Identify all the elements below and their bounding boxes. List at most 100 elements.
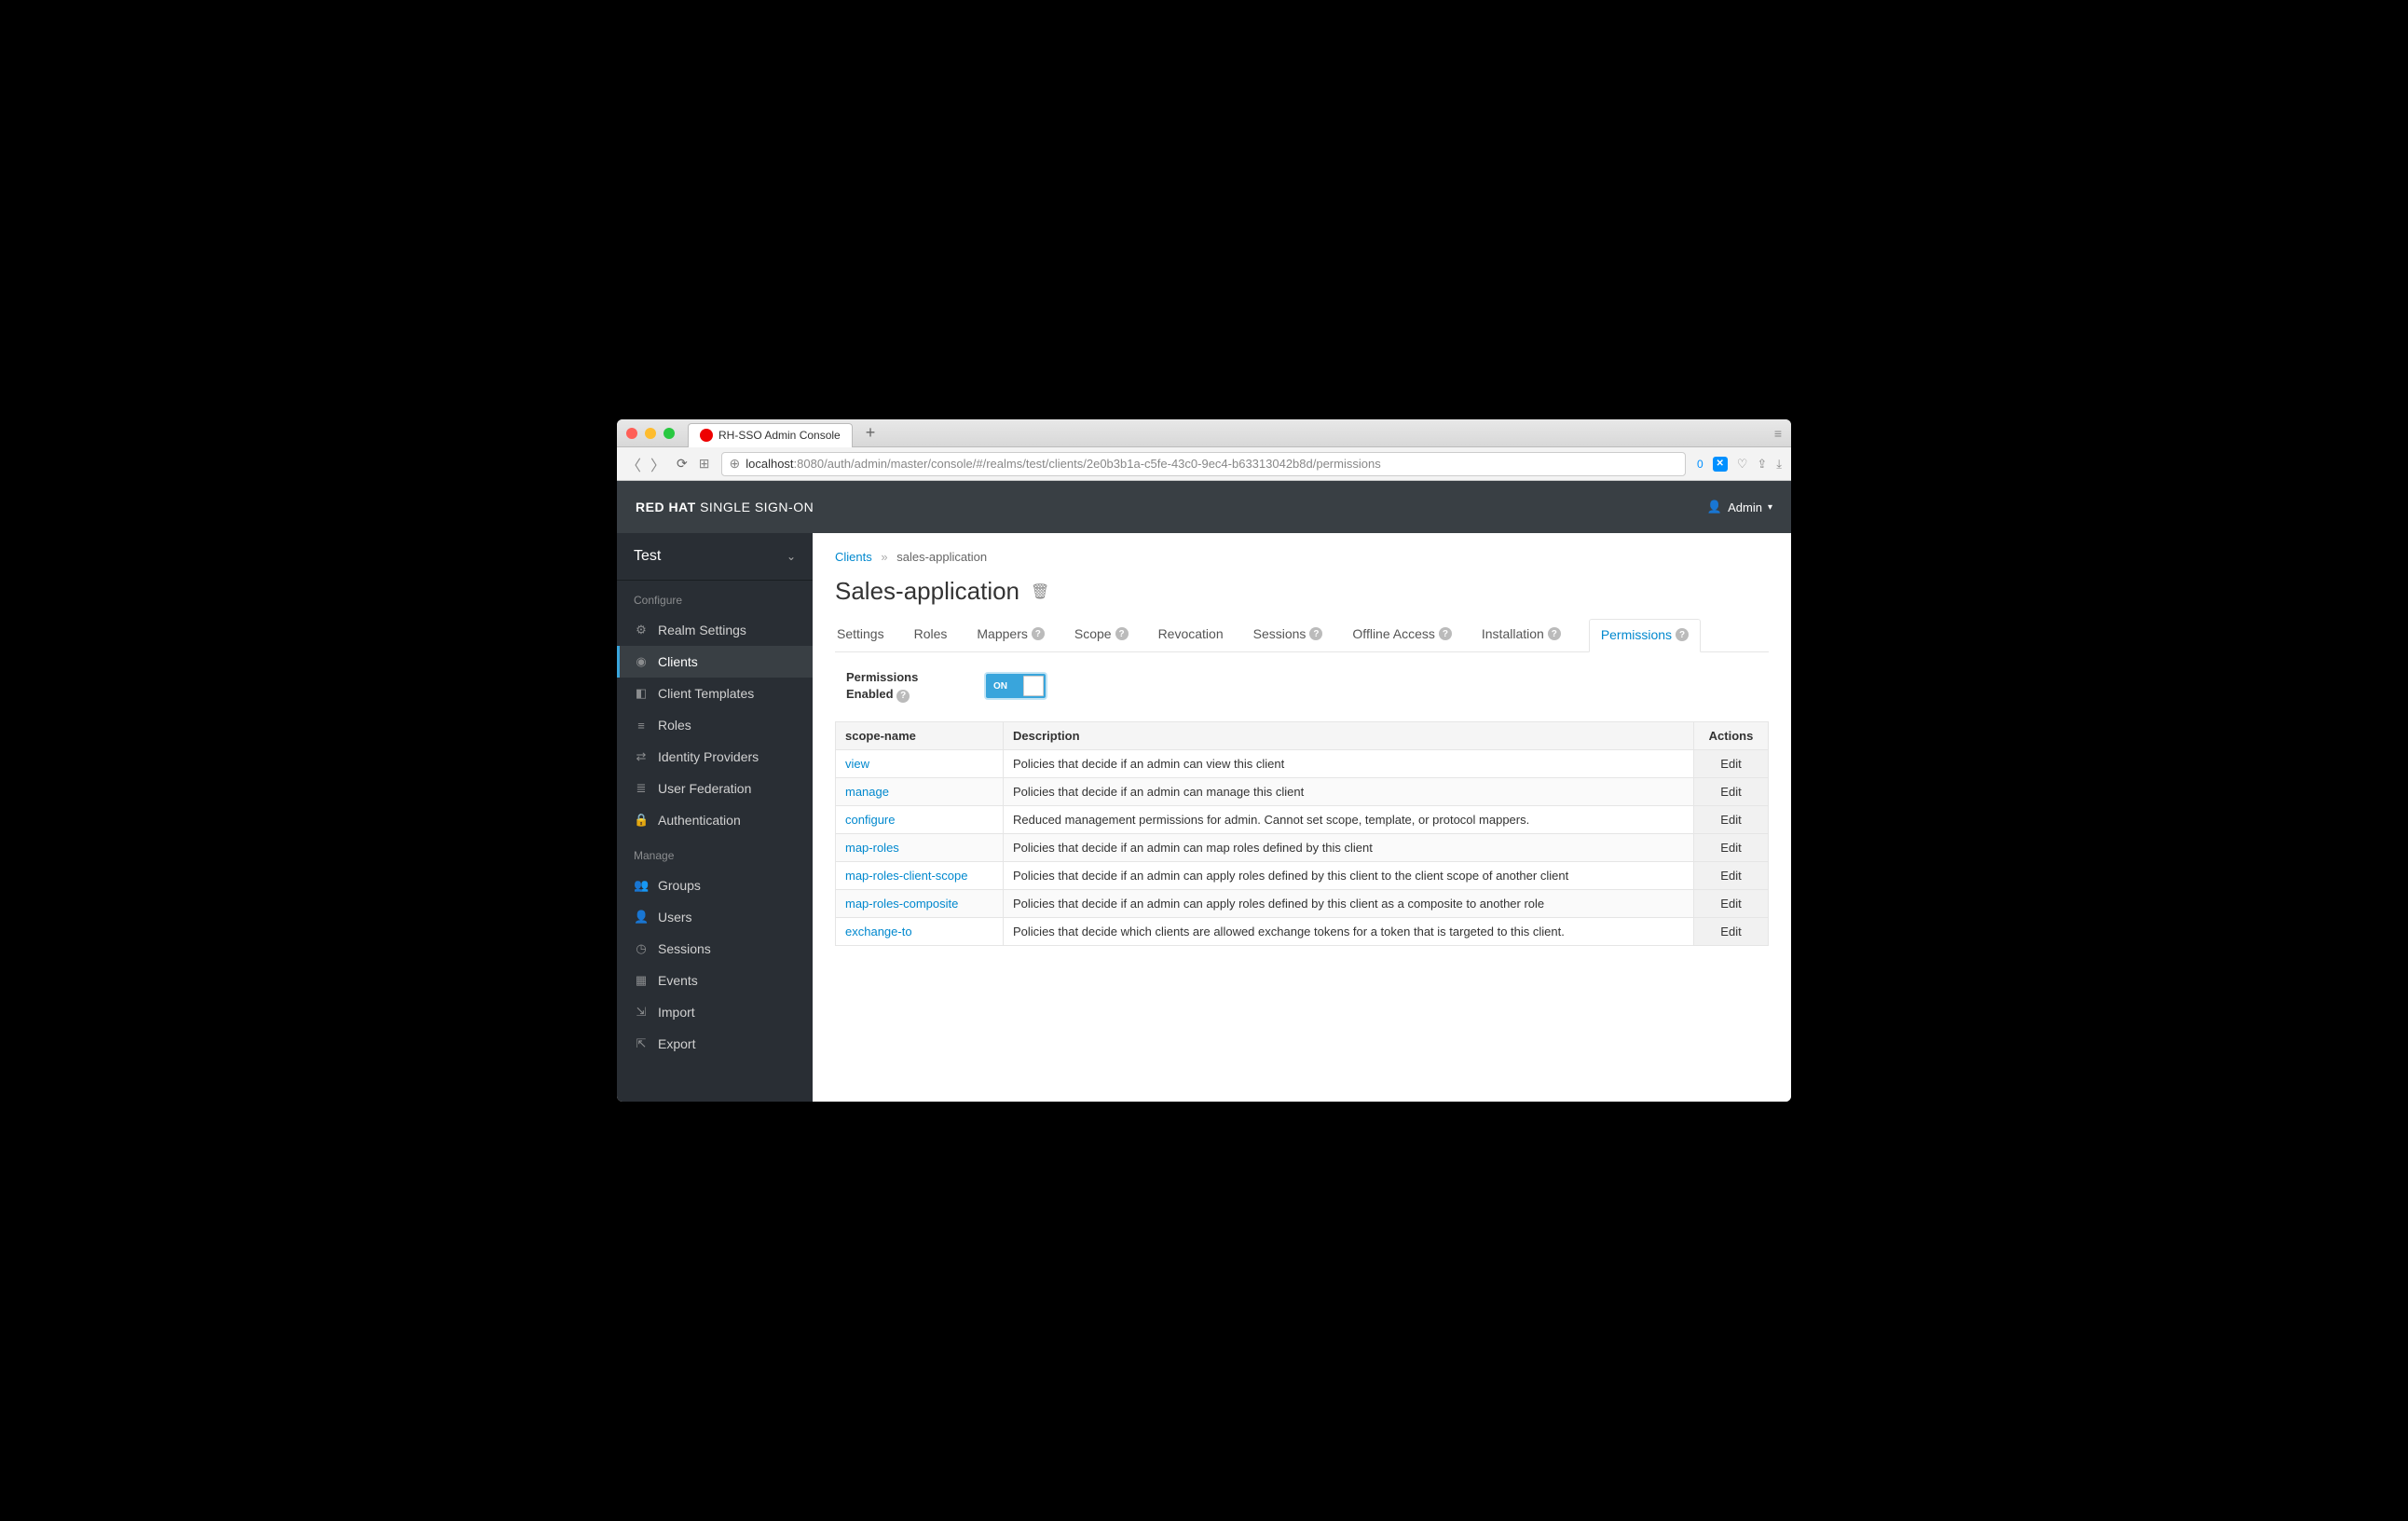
sidebar-item-sessions[interactable]: ◷Sessions — [617, 933, 813, 965]
page-title: Sales-application 🗑 — [835, 577, 1769, 606]
breadcrumb: Clients » sales-application — [835, 550, 1769, 564]
tab-sessions[interactable]: Sessions ? — [1252, 619, 1325, 652]
tab-scope[interactable]: Scope ? — [1073, 619, 1130, 652]
tab-installation[interactable]: Installation ? — [1480, 619, 1563, 652]
help-icon[interactable]: ? — [1439, 627, 1452, 640]
tab-label: Permissions — [1601, 627, 1672, 642]
sidebar-icon: ⇲ — [634, 1005, 649, 1020]
scope-link[interactable]: map-roles-client-scope — [845, 869, 968, 883]
help-icon[interactable]: ? — [1548, 627, 1561, 640]
realm-selector[interactable]: Test ⌄ — [617, 533, 813, 581]
sidebar-item-user-federation[interactable]: ≣User Federation — [617, 773, 813, 804]
scope-description: Policies that decide if an admin can app… — [1004, 890, 1694, 918]
trash-icon[interactable]: 🗑 — [1031, 582, 1049, 601]
edit-button[interactable]: Edit — [1720, 785, 1741, 799]
brand-rest: SINGLE SIGN-ON — [696, 500, 814, 514]
sidebar-item-authentication[interactable]: 🔒Authentication — [617, 804, 813, 836]
help-icon[interactable]: ? — [1309, 627, 1322, 640]
edit-button[interactable]: Edit — [1720, 869, 1741, 883]
scope-link[interactable]: configure — [845, 813, 895, 827]
tracker-badge-icon[interactable]: ✕ — [1713, 457, 1728, 472]
th-desc: Description — [1004, 722, 1694, 750]
help-icon[interactable]: ? — [1676, 628, 1689, 641]
realm-name: Test — [634, 548, 661, 565]
url-bar[interactable]: ⊕ localhost:8080/auth/admin/master/conso… — [721, 452, 1687, 476]
minimize-window-button[interactable] — [645, 428, 656, 439]
zoom-window-button[interactable] — [664, 428, 675, 439]
sidebar-item-events[interactable]: ▦Events — [617, 965, 813, 996]
breadcrumb-root[interactable]: Clients — [835, 550, 872, 564]
table-row: map-roles-composite Policies that decide … — [836, 890, 1769, 918]
sidebar-icon: ⇱ — [634, 1036, 649, 1051]
help-icon[interactable]: ? — [1115, 627, 1129, 640]
sidebar-item-label: Authentication — [658, 813, 741, 828]
help-icon[interactable]: ? — [896, 690, 910, 703]
reload-button[interactable]: ⟳ — [677, 456, 688, 472]
scope-link[interactable]: exchange-to — [845, 925, 912, 939]
close-window-button[interactable] — [626, 428, 637, 439]
tab-roles[interactable]: Roles — [912, 619, 950, 652]
sidebar-icon: 👤 — [634, 910, 649, 925]
scope-link[interactable]: view — [845, 757, 869, 771]
scope-link[interactable]: map-roles — [845, 841, 899, 855]
sidebar-section-configure: Configure — [617, 581, 813, 614]
sidebar-item-label: Import — [658, 1005, 695, 1020]
sidebar-item-clients[interactable]: ◉Clients — [617, 646, 813, 678]
sidebar-item-export[interactable]: ⇱ Export — [617, 1028, 813, 1060]
edit-button[interactable]: Edit — [1720, 841, 1741, 855]
apps-icon[interactable]: ⊞ — [699, 456, 710, 472]
new-tab-button[interactable]: + — [860, 423, 882, 443]
sidebar-item-label: Groups — [658, 878, 701, 893]
forward-button[interactable]: 〉 — [650, 453, 665, 475]
sidebar-icon: ≡ — [634, 719, 649, 733]
tab-offline-access[interactable]: Offline Access ? — [1350, 619, 1453, 652]
help-icon[interactable]: ? — [1032, 627, 1045, 640]
toggle-knob — [1023, 676, 1044, 696]
sidebar-item-roles[interactable]: ≡Roles — [617, 709, 813, 741]
sidebar-item-users[interactable]: 👤 Users — [617, 901, 813, 933]
scope-link[interactable]: manage — [845, 785, 889, 799]
downloads-icon[interactable]: ⤓ — [1776, 457, 1782, 472]
sidebar-icon: ≣ — [634, 781, 649, 796]
sidebar-section-manage: Manage — [617, 836, 813, 870]
tab-label: Settings — [837, 626, 884, 641]
app-header: RED HAT SINGLE SIGN-ON 👤 Admin ▾ — [617, 481, 1791, 533]
tabs: SettingsRolesMappers ?Scope ?RevocationS… — [835, 619, 1769, 652]
tab-mappers[interactable]: Mappers ? — [975, 619, 1046, 652]
sidebar-item-import[interactable]: ⇲ Import — [617, 996, 813, 1028]
favicon-icon — [700, 429, 713, 442]
sidebar-item-identity-providers[interactable]: ⇄ Identity Providers — [617, 741, 813, 773]
sidebar-item-label: Identity Providers — [658, 749, 759, 764]
edit-button[interactable]: Edit — [1720, 925, 1741, 939]
scope-description: Reduced management permissions for admin… — [1004, 806, 1694, 834]
toggle-state: ON — [986, 681, 1007, 692]
user-menu[interactable]: 👤 Admin ▾ — [1707, 500, 1772, 514]
sidebar-item-groups[interactable]: 👥Groups — [617, 870, 813, 901]
sidebar-icon: ◉ — [634, 654, 649, 669]
browser-tab[interactable]: RH-SSO Admin Console — [688, 423, 853, 447]
permissions-enabled-toggle[interactable]: ON — [986, 674, 1046, 698]
edit-button[interactable]: Edit — [1720, 897, 1741, 911]
tab-overflow-icon[interactable]: ≡ — [1774, 426, 1782, 441]
sidebar-item-label: Sessions — [658, 941, 711, 956]
sidebar-item-label: Export — [658, 1036, 695, 1051]
table-row: configure Reduced management permissions … — [836, 806, 1769, 834]
tab-settings[interactable]: Settings — [835, 619, 886, 652]
brand-strong: RED HAT — [636, 500, 696, 514]
tab-permissions[interactable]: Permissions ? — [1589, 619, 1701, 652]
tab-revocation[interactable]: Revocation — [1156, 619, 1225, 652]
sidebar-item-label: Users — [658, 910, 692, 925]
share-icon[interactable]: ⇪ — [1757, 457, 1767, 472]
tab-label: Offline Access — [1352, 626, 1434, 641]
tab-label: Mappers — [977, 626, 1027, 641]
edit-button[interactable]: Edit — [1720, 757, 1741, 771]
edit-button[interactable]: Edit — [1720, 813, 1741, 827]
sidebar-icon: ⇄ — [634, 749, 649, 764]
brand: RED HAT SINGLE SIGN-ON — [636, 500, 814, 514]
back-button[interactable]: 〈 — [626, 453, 641, 475]
sidebar-item-realm-settings[interactable]: ⚙Realm Settings — [617, 614, 813, 646]
favorite-icon[interactable]: ♡ — [1737, 457, 1748, 472]
sidebar-icon: ⚙ — [634, 623, 649, 637]
sidebar-item-client-templates[interactable]: ◧Client Templates — [617, 678, 813, 709]
scope-link[interactable]: map-roles-composite — [845, 897, 958, 911]
